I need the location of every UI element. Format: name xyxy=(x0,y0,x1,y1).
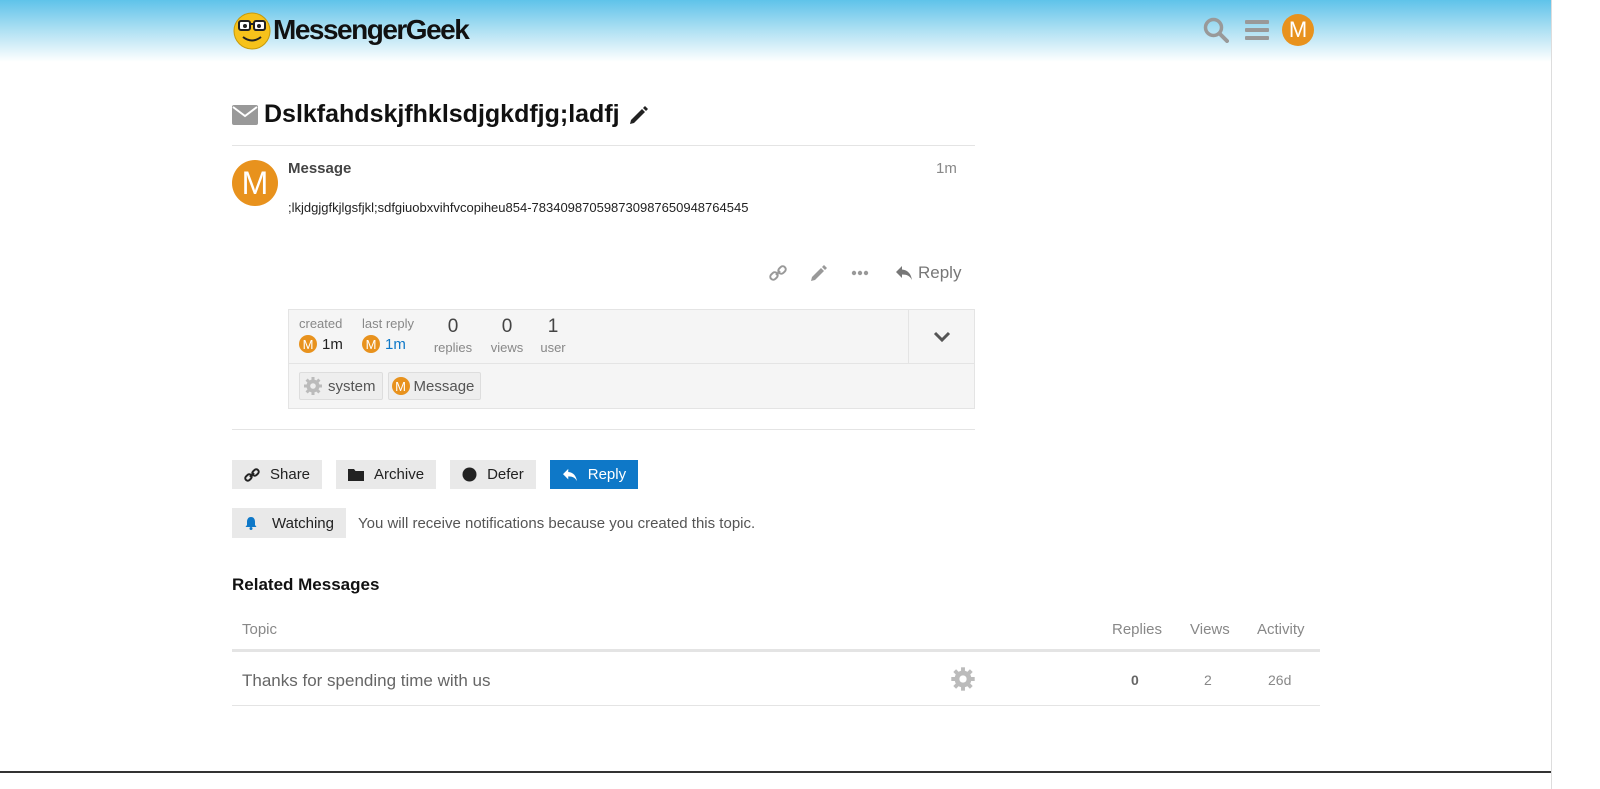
archive-button[interactable]: Archive xyxy=(336,460,437,489)
views-count: 0 xyxy=(501,316,513,337)
related-replies: 0 xyxy=(1131,672,1139,688)
post-time[interactable]: 1m xyxy=(936,160,957,177)
related-messages-heading: Related Messages xyxy=(232,575,380,594)
reply-arrow-icon xyxy=(895,265,913,281)
defer-label: Defer xyxy=(487,466,524,483)
link-icon xyxy=(244,467,260,483)
share-button[interactable]: Share xyxy=(232,460,323,489)
chevron-down-icon xyxy=(933,331,951,343)
window-bottom-edge xyxy=(0,771,1551,773)
envelope-icon xyxy=(232,104,258,125)
last-reply-time[interactable]: 1m xyxy=(385,336,406,353)
related-topic-title[interactable]: Thanks for spending time with us xyxy=(242,671,491,691)
avatar: M xyxy=(391,377,410,395)
pencil-icon[interactable] xyxy=(628,104,650,126)
share-label: Share xyxy=(270,466,311,483)
gear-icon xyxy=(303,376,323,396)
post-avatar[interactable]: M xyxy=(232,160,278,206)
column-replies[interactable]: Replies xyxy=(1112,621,1162,638)
divider xyxy=(232,429,975,430)
reply-button[interactable]: Reply xyxy=(549,460,639,489)
logo-text: MessengerGeek xyxy=(273,14,470,45)
notification-level-label: Watching xyxy=(272,514,334,532)
column-topic[interactable]: Topic xyxy=(242,621,277,638)
expand-topic-map-button[interactable] xyxy=(908,310,974,364)
search-icon[interactable] xyxy=(1200,14,1232,46)
circle-icon xyxy=(462,467,477,482)
views-label: views xyxy=(490,340,524,355)
archive-label: Archive xyxy=(374,466,425,483)
replies-count: 0 xyxy=(447,316,459,337)
replies-label: replies xyxy=(433,340,473,355)
post-username[interactable]: Message xyxy=(288,160,351,177)
nerd-face-icon xyxy=(232,10,272,50)
created-label: created xyxy=(299,316,343,331)
more-options-icon[interactable] xyxy=(842,258,878,288)
avatar[interactable]: M xyxy=(299,335,317,353)
related-views: 2 xyxy=(1204,672,1212,688)
divider xyxy=(232,145,975,146)
bell-icon xyxy=(244,516,258,530)
table-row[interactable]: Thanks for spending time with us 0 2 26d xyxy=(232,654,1320,706)
related-activity[interactable]: 26d xyxy=(1268,672,1291,688)
column-views[interactable]: Views xyxy=(1190,621,1230,638)
folder-icon xyxy=(348,468,365,481)
user-avatar[interactable]: M xyxy=(1282,14,1314,46)
created-time: 1m xyxy=(322,335,343,353)
site-logo[interactable]: MessengerGeek xyxy=(232,10,470,50)
related-table-header: Topic Replies Views Activity xyxy=(232,620,1320,652)
last-reply-label: last reply xyxy=(362,316,415,331)
post-reply-button[interactable]: Reply xyxy=(895,263,961,283)
defer-button[interactable]: Defer xyxy=(450,460,536,489)
reply-arrow-icon xyxy=(562,468,578,482)
notification-reason: You will receive notifications because y… xyxy=(357,514,756,532)
reply-label: Reply xyxy=(587,466,627,483)
column-activity[interactable]: Activity xyxy=(1257,621,1305,638)
post-reply-label: Reply xyxy=(918,263,962,282)
link-icon[interactable] xyxy=(760,258,796,288)
participant-message[interactable]: M Message xyxy=(387,372,482,400)
avatar[interactable]: M xyxy=(362,335,380,353)
participant-name: Message xyxy=(413,377,475,395)
users-count: 1 xyxy=(547,316,559,337)
users-label: user xyxy=(540,340,566,355)
hamburger-menu-icon[interactable] xyxy=(1241,14,1273,46)
page-title: Dslkfahdskjfhklsdjgkdfjg;ladfj xyxy=(264,100,620,128)
site-header: MessengerGeek M xyxy=(0,0,1551,62)
participant-name: system xyxy=(328,377,376,395)
notification-level-button[interactable]: Watching xyxy=(232,508,346,538)
participant-system[interactable]: system xyxy=(299,372,383,400)
post-body: ;lkjdgjgfkjlgsfjkl;sdfgiuobxvihfvcopiheu… xyxy=(288,200,749,215)
edit-pencil-icon[interactable] xyxy=(801,258,837,288)
topic-map: created M 1m last reply M 1m 0 replies 0… xyxy=(288,309,975,409)
gear-icon[interactable] xyxy=(950,666,976,696)
scrollbar[interactable] xyxy=(1551,0,1568,789)
